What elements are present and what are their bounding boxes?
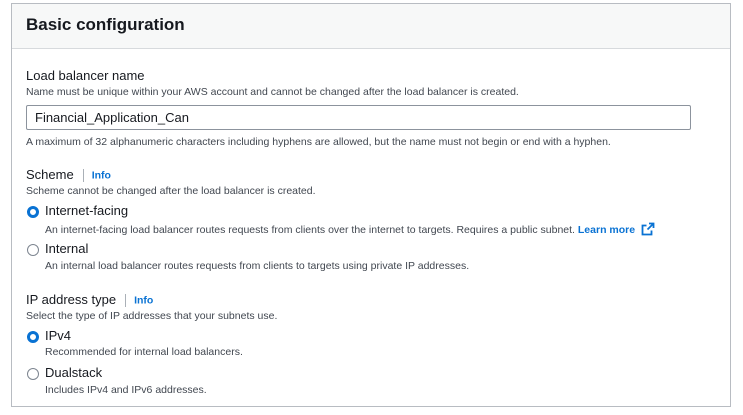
load-balancer-name-label: Load balancer name: [26, 68, 145, 83]
panel-title: Basic configuration: [26, 15, 185, 34]
internet-facing-description-text: An internet-facing load balancer routes …: [45, 224, 575, 236]
scheme-internal-label[interactable]: Internal: [45, 241, 88, 256]
scheme-internal-radio[interactable]: [27, 244, 39, 256]
ip-type-dualstack-description: Includes IPv4 and IPv6 addresses.: [45, 384, 207, 396]
ip-type-ipv4-label[interactable]: IPv4: [45, 328, 71, 343]
scheme-label: Scheme: [26, 167, 74, 182]
info-divider: [125, 294, 127, 308]
ip-type-dualstack-label[interactable]: Dualstack: [45, 365, 102, 380]
info-divider: [82, 169, 84, 183]
learn-more-link[interactable]: Learn more: [578, 224, 635, 236]
load-balancer-name-constraint: A maximum of 32 alphanumeric characters …: [26, 136, 611, 148]
ip-type-dualstack-radio[interactable]: [27, 368, 39, 380]
scheme-internet-facing-radio[interactable]: [27, 206, 39, 218]
load-balancer-name-value: Financial_Application_Can: [35, 110, 189, 125]
scheme-internal-description: An internal load balancer routes request…: [45, 260, 470, 272]
ip-address-type-label: IP address type: [26, 292, 117, 307]
scheme-internet-facing-label[interactable]: Internet-facing: [45, 203, 128, 218]
scheme-internet-facing-description: An internet-facing load balancer routes …: [45, 222, 655, 239]
ip-address-type-info-link[interactable]: Info: [134, 295, 153, 307]
scheme-info-link[interactable]: Info: [92, 170, 111, 182]
ip-type-ipv4-description: Recommended for internal load balancers.: [45, 346, 243, 358]
load-balancer-name-input[interactable]: Financial_Application_Can: [26, 105, 691, 130]
scheme-heading: Scheme Info: [26, 167, 111, 183]
load-balancer-name-description: Name must be unique within your AWS acco…: [26, 86, 519, 98]
external-link-icon[interactable]: [641, 222, 655, 239]
basic-configuration-panel: Basic configuration Load balancer name N…: [11, 3, 731, 407]
ip-type-ipv4-radio[interactable]: [27, 331, 39, 343]
ip-address-type-description: Select the type of IP addresses that you…: [26, 310, 278, 322]
panel-header: Basic configuration: [12, 4, 730, 49]
ip-address-type-heading: IP address type Info: [26, 292, 153, 308]
scheme-description: Scheme cannot be changed after the load …: [26, 185, 316, 197]
